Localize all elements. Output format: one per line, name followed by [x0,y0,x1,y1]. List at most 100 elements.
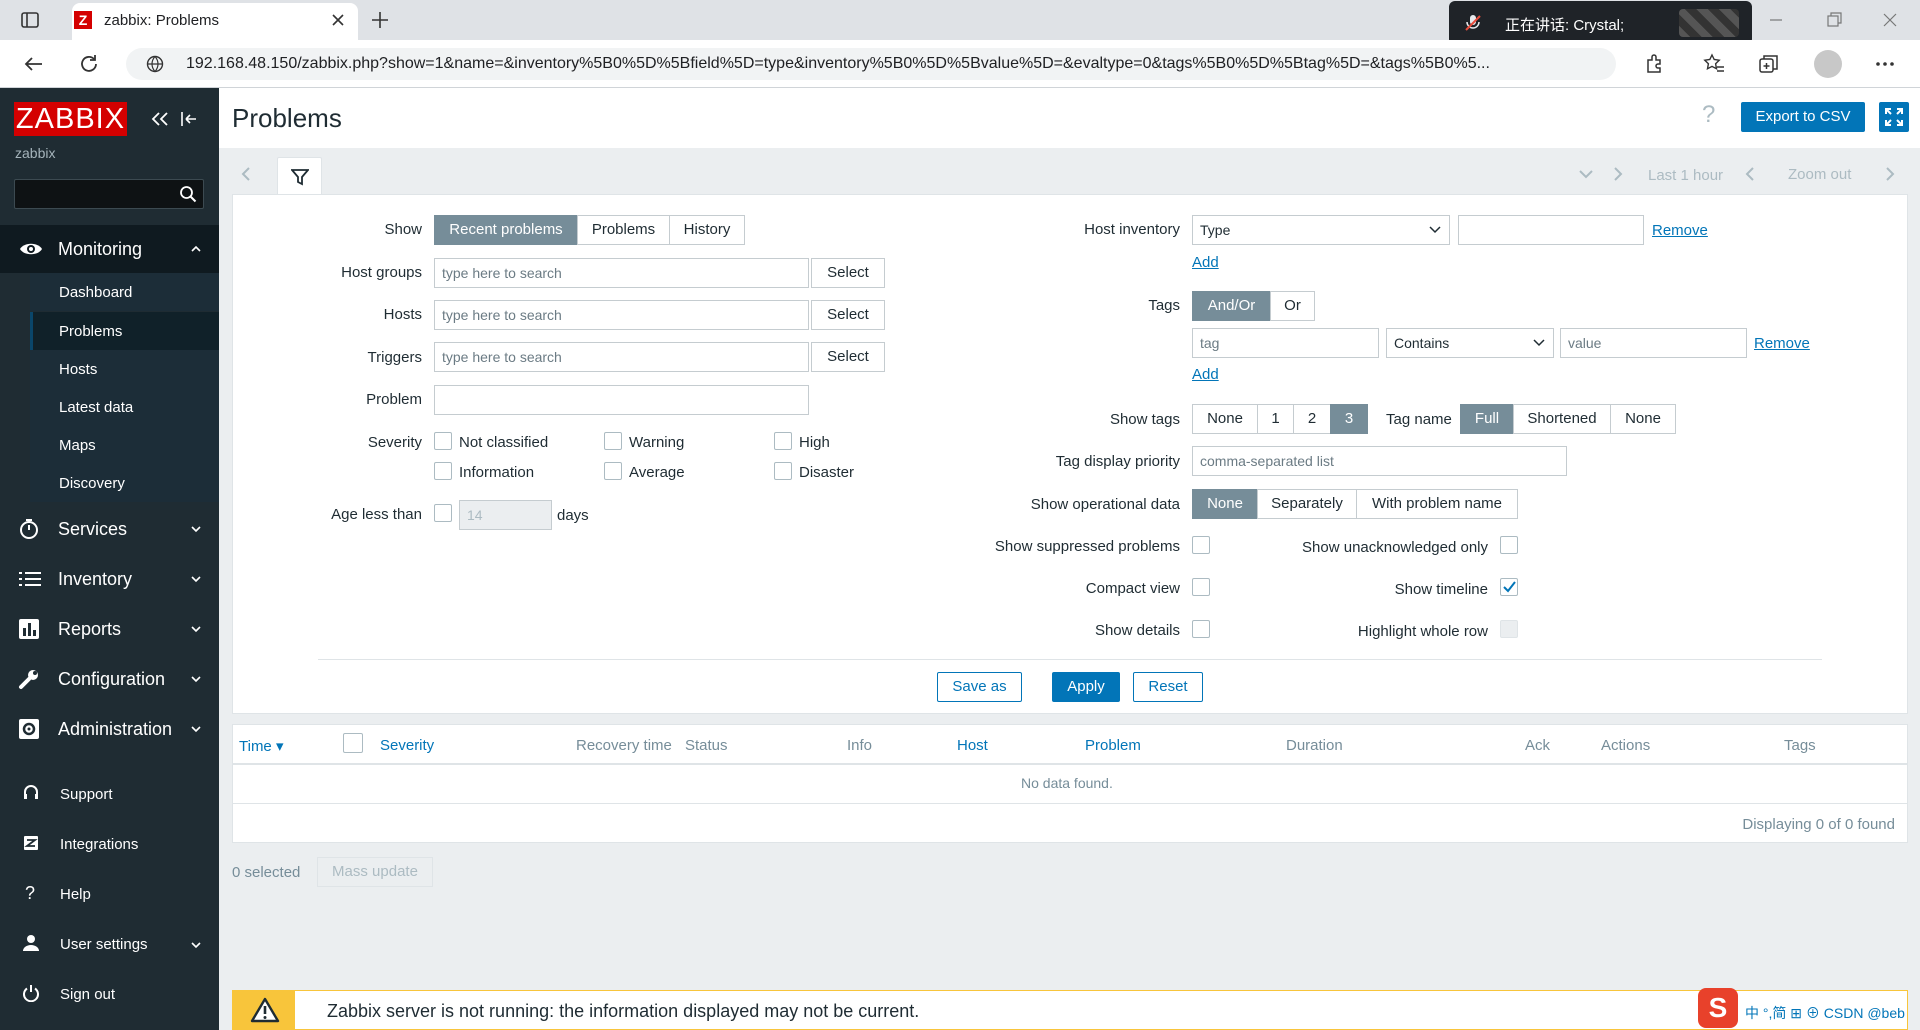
close-window-icon[interactable] [1880,10,1900,30]
column-time[interactable]: Time ▾ [239,737,283,755]
nav-user-settings[interactable]: User settings [0,921,219,967]
column-host[interactable]: Host [957,737,988,754]
tab-filter[interactable] [277,157,322,196]
tag-name-shortened[interactable]: Shortened [1513,404,1611,434]
severity-warning-checkbox[interactable] [604,432,622,450]
nav-monitoring[interactable]: Monitoring [0,225,219,273]
compact-checkbox[interactable] [1192,578,1210,596]
tag-add-link[interactable]: Add [1192,366,1219,383]
nav-reports[interactable]: Reports [0,605,219,653]
close-tab-icon[interactable] [330,12,346,28]
column-problem[interactable]: Problem [1085,737,1141,754]
host-groups-select-button[interactable]: Select [811,258,885,288]
tags-or[interactable]: Or [1270,291,1315,321]
tag-name-none[interactable]: None [1610,404,1676,434]
extensions-icon[interactable] [1643,53,1665,75]
age-checkbox[interactable] [434,504,452,522]
site-info-icon[interactable] [146,55,164,73]
inventory-field-select[interactable]: Type [1192,215,1450,245]
inventory-value-input[interactable] [1458,215,1644,245]
nav-services[interactable]: Services [0,505,219,553]
nav-configuration[interactable]: Configuration [0,655,219,703]
apply-button[interactable]: Apply [1052,672,1120,702]
time-back-icon[interactable] [1744,166,1756,182]
sidebar-item-problems[interactable]: Problems [30,312,219,350]
select-all-checkbox[interactable] [343,733,363,753]
host-groups-input[interactable]: type here to search [434,258,809,288]
tag-value-input[interactable]: value [1560,328,1747,358]
tag-input[interactable]: tag [1192,328,1379,358]
column-severity[interactable]: Severity [380,737,434,754]
severity-average-checkbox[interactable] [604,462,622,480]
unack-checkbox[interactable] [1500,536,1518,554]
back-icon[interactable] [22,53,44,75]
tab-prev-icon[interactable] [240,166,252,182]
time-forward-icon[interactable] [1884,166,1896,182]
show-tags-2[interactable]: 2 [1293,404,1331,434]
highlight-checkbox[interactable] [1500,620,1518,638]
url-field[interactable]: 192.168.48.150/zabbix.php?show=1&name=&i… [126,48,1616,80]
show-tags-none[interactable]: None [1192,404,1258,434]
favorites-icon[interactable] [1703,53,1725,75]
reload-icon[interactable] [78,53,100,75]
age-input[interactable]: 14 [459,500,552,530]
zabbix-logo[interactable]: ZABBIX [14,102,127,136]
show-recent-problems[interactable]: Recent problems [434,215,578,245]
hosts-select-button[interactable]: Select [811,300,885,330]
collapse-sidebar-icon[interactable] [150,110,170,128]
time-period[interactable]: Last 1 hour [1648,167,1723,184]
tag-operator-select[interactable]: Contains [1386,328,1554,358]
severity-information-checkbox[interactable] [434,462,452,480]
triggers-input[interactable]: type here to search [434,342,809,372]
tag-remove-link[interactable]: Remove [1754,335,1810,352]
severity-disaster-checkbox[interactable] [774,462,792,480]
nav-inventory[interactable]: Inventory [0,555,219,603]
export-csv-button[interactable]: Export to CSV [1741,102,1865,132]
problem-input[interactable] [434,385,809,415]
sidebar-item-dashboard[interactable]: Dashboard [30,273,219,311]
fullscreen-button[interactable] [1879,102,1909,132]
suppressed-checkbox[interactable] [1192,536,1210,554]
sidebar-item-discovery[interactable]: Discovery [30,464,219,502]
profile-avatar[interactable] [1814,50,1842,78]
sidebar-search-input[interactable] [14,179,204,209]
tag-name-full[interactable]: Full [1460,404,1514,434]
save-as-button[interactable]: Save as [937,672,1022,702]
triggers-select-button[interactable]: Select [811,342,885,372]
zoom-out-link[interactable]: Zoom out [1788,166,1851,183]
search-icon[interactable] [179,185,197,203]
nav-help[interactable]: ? Help [0,871,219,917]
show-problems[interactable]: Problems [577,215,670,245]
mass-update-button[interactable]: Mass update [317,857,433,887]
new-tab-icon[interactable] [370,10,390,30]
nav-sign-out[interactable]: Sign out [0,971,219,1017]
opdata-none[interactable]: None [1192,489,1258,519]
timeline-checkbox[interactable] [1500,578,1518,596]
show-tags-3[interactable]: 3 [1330,404,1368,434]
show-tags-1[interactable]: 1 [1257,404,1294,434]
hosts-input[interactable]: type here to search [434,300,809,330]
inventory-add-link[interactable]: Add [1192,254,1219,271]
sidebar-item-latest-data[interactable]: Latest data [30,388,219,426]
opdata-separately[interactable]: Separately [1257,489,1357,519]
tab-actions-icon[interactable] [20,10,40,30]
opdata-with-problem-name[interactable]: With problem name [1356,489,1518,519]
time-next-icon[interactable] [1612,166,1624,182]
kiosk-mode-icon[interactable] [180,110,198,128]
minimize-icon[interactable] [1766,10,1786,30]
tag-priority-input[interactable]: comma-separated list [1192,446,1567,476]
severity-not-classified-checkbox[interactable] [434,432,452,450]
inventory-remove-link[interactable]: Remove [1652,222,1708,239]
sidebar-item-hosts[interactable]: Hosts [30,350,219,388]
sidebar-item-maps[interactable]: Maps [30,426,219,464]
tags-and-or[interactable]: And/Or [1192,291,1271,321]
reset-button[interactable]: Reset [1133,672,1203,702]
nav-support[interactable]: Support [0,771,219,817]
more-menu-icon[interactable] [1874,53,1896,75]
severity-high-checkbox[interactable] [774,432,792,450]
details-checkbox[interactable] [1192,620,1210,638]
show-history[interactable]: History [669,215,745,245]
nav-administration[interactable]: Administration [0,705,219,753]
browser-tab[interactable]: Z zabbix: Problems [72,3,358,40]
collections-icon[interactable] [1758,53,1780,75]
